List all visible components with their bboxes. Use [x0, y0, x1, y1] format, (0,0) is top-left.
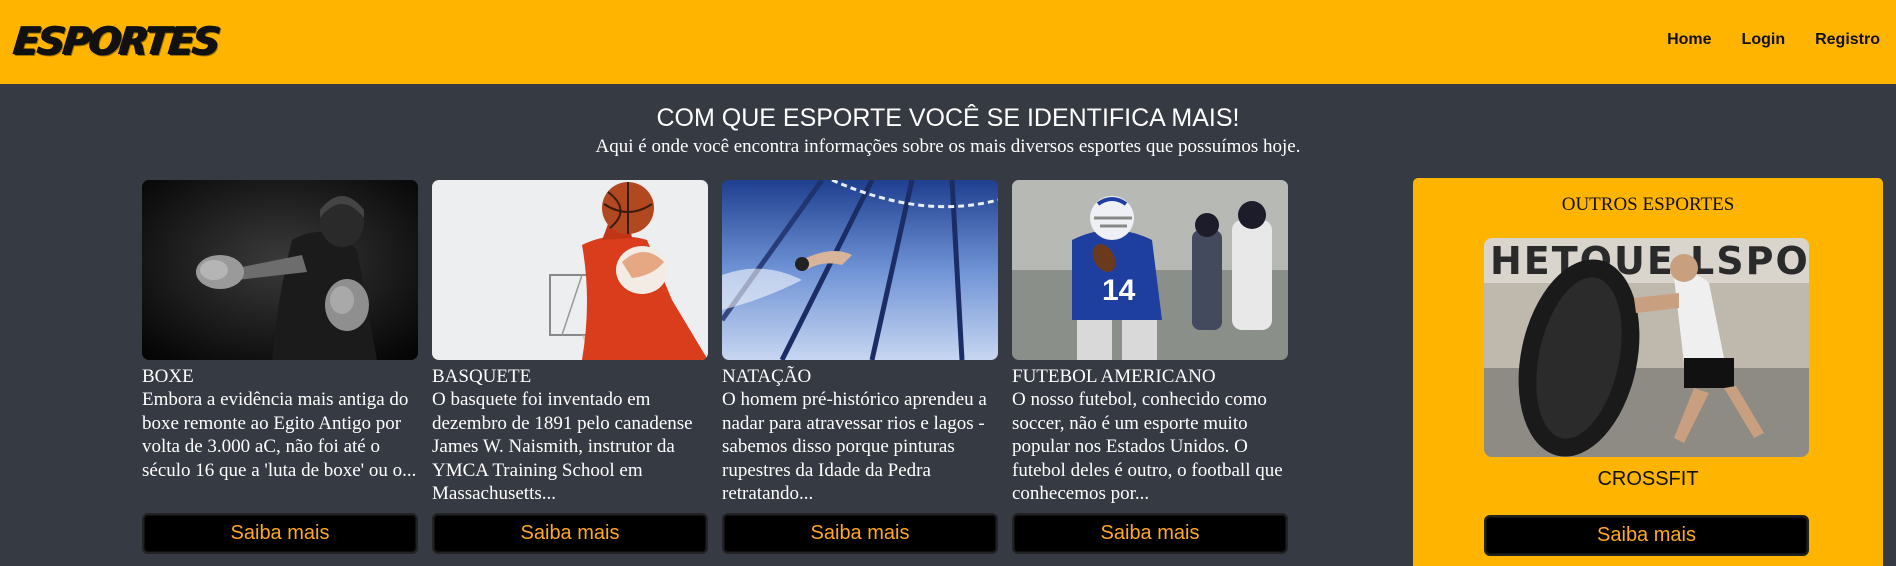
card-title: BASQUETE — [432, 366, 532, 387]
sport-card-futebol-americano: 14 FUTEBOL AMERICANO O nosso futebol, co… — [1012, 180, 1288, 506]
card-description: O nosso futebol, conhecido como soccer, … — [1012, 389, 1283, 504]
sport-label-crossfit: CROSSFIT — [1597, 468, 1699, 490]
sport-card-basquete: BASQUETE O basquete foi inventado em dez… — [432, 180, 708, 506]
card-description: Embora a evidência mais antiga do boxe r… — [142, 389, 417, 481]
svg-text:HETOUE LSPOT: HETOUE LSPOT — [1490, 239, 1809, 283]
saiba-mais-button-crossfit[interactable]: Saiba mais — [1484, 515, 1809, 556]
card-description: O basquete foi inventado em dezembro de … — [432, 389, 693, 504]
card-title: BOXE — [142, 366, 194, 387]
saiba-mais-button-basquete[interactable]: Saiba mais — [432, 513, 708, 554]
basketball-photo — [432, 180, 708, 360]
sidebar-title: OUTROS ESPORTES — [1561, 194, 1735, 215]
site-logo[interactable]: ESPORTES — [11, 16, 221, 66]
sport-card-natacao: NATAÇÃO O homem pré-histórico aprendeu a… — [722, 180, 998, 506]
card-title: NATAÇÃO — [722, 366, 812, 387]
crossfit-photo: HETOUE LSPOT — [1484, 238, 1809, 457]
page-subtitle: Aqui é onde você encontra informações so… — [595, 136, 1301, 157]
swimming-photo — [722, 180, 998, 360]
page-title: COM QUE ESPORTE VOCÊ SE IDENTIFICA MAIS! — [656, 104, 1240, 132]
nav-link-home[interactable]: Home — [1667, 31, 1711, 49]
outros-esportes-panel: OUTROS ESPORTES HETOUE LSPOT CROSSFIT Sa… — [1413, 178, 1883, 566]
nav-link-registro[interactable]: Registro — [1815, 31, 1880, 49]
nav-links: Home Login Registro — [1637, 0, 1880, 80]
card-description: O homem pré-histórico aprendeu a nadar p… — [722, 389, 987, 504]
nav-link-login[interactable]: Login — [1742, 31, 1786, 49]
boxer-photo — [142, 180, 418, 360]
sport-card-boxe: BOXE Embora a evidência mais antiga do b… — [142, 180, 418, 482]
card-title: FUTEBOL AMERICANO — [1012, 366, 1216, 387]
saiba-mais-button-natacao[interactable]: Saiba mais — [722, 513, 998, 554]
navbar: ESPORTES Home Login Registro — [0, 0, 1896, 84]
svg-text:14: 14 — [1102, 274, 1136, 307]
saiba-mais-button-futebol-americano[interactable]: Saiba mais — [1012, 513, 1288, 554]
saiba-mais-button-boxe[interactable]: Saiba mais — [142, 513, 418, 554]
football-photo: 14 — [1012, 180, 1288, 360]
